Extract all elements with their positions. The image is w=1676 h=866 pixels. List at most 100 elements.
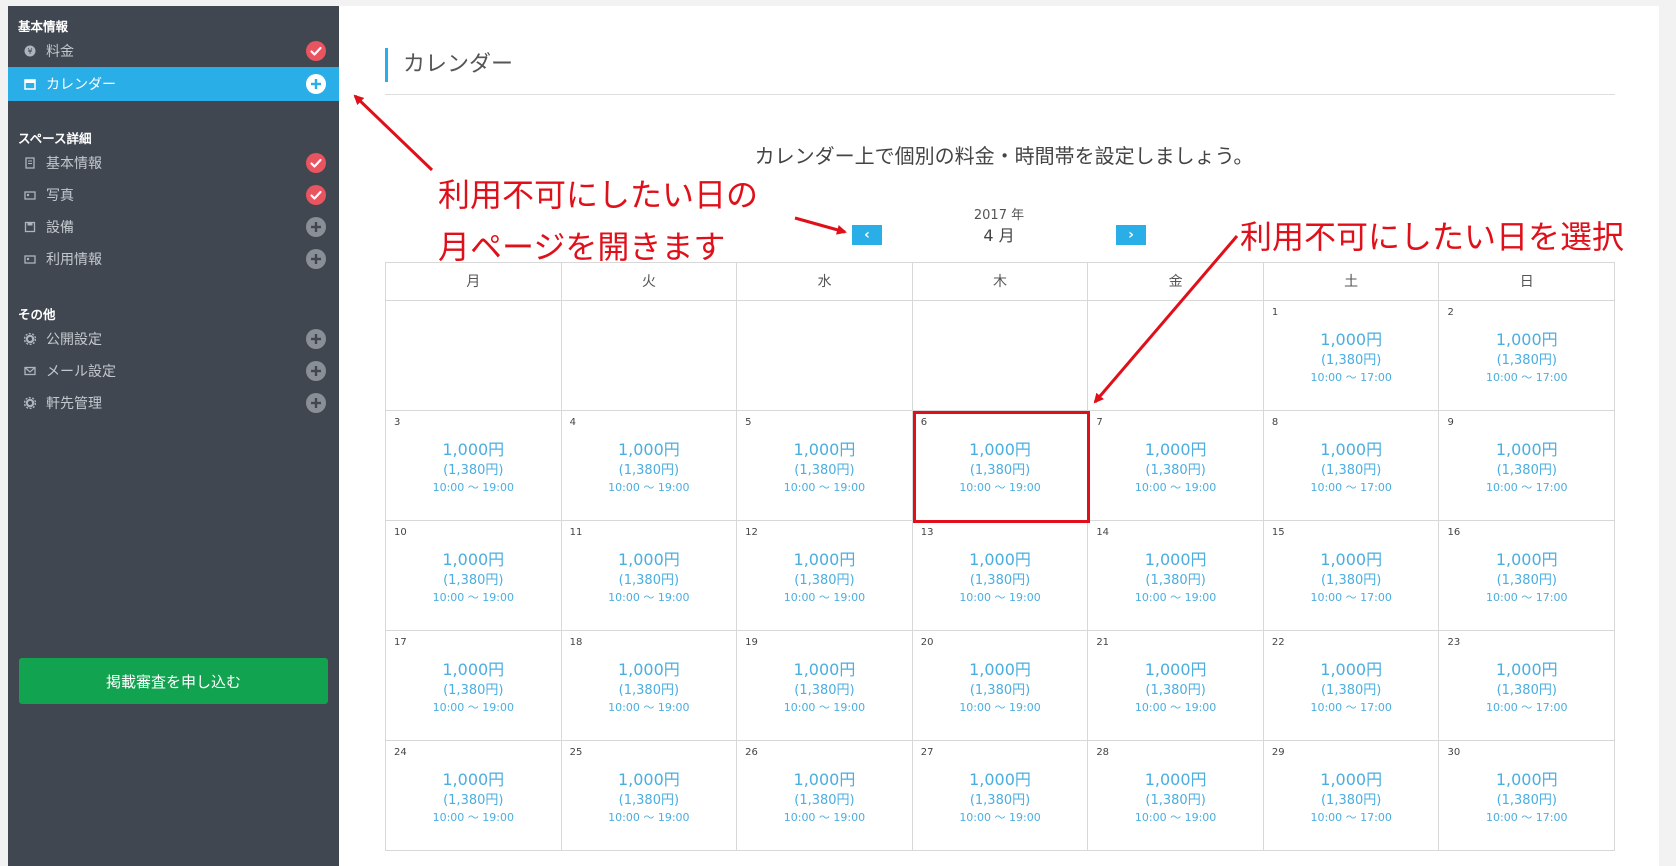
calendar-day-cell[interactable]: 12 1,000円 (1,380円) 10:00 ～ 19:00 — [737, 521, 913, 631]
calendar-day-number: 13 — [920, 527, 934, 538]
calendar-day-cell[interactable]: 4 1,000円 (1,380円) 10:00 ～ 19:00 — [561, 411, 738, 521]
calendar-day-cell[interactable]: 17 1,000円 (1,380円) 10:00 ～ 19:00 — [386, 631, 562, 741]
calendar-day-cell[interactable]: 23 1,000円 (1,380円) 10:00 ～ 17:00 — [1439, 631, 1616, 741]
calendar-day-cell[interactable]: 21 1,000円 (1,380円) 10:00 ～ 19:00 — [1088, 631, 1264, 741]
yen-coin-icon: ¥ — [24, 45, 36, 57]
calendar-day-number: 20 — [920, 637, 934, 648]
day-price: 1,000円 — [969, 770, 1031, 789]
sidebar-item-label: 設備 — [46, 220, 74, 236]
calendar-day-number: 24 — [394, 747, 407, 758]
calendar-day-cell[interactable]: 16 1,000円 (1,380円) 10:00 ～ 17:00 — [1439, 521, 1616, 631]
sidebar-item-basic-info[interactable]: 基本情報 — [8, 146, 339, 180]
calendar-day-cell[interactable]: 20 1,000円 (1,380円) 10:00 ～ 19:00 — [912, 631, 1089, 741]
submit-review-button[interactable]: 掲載審査を申し込む — [19, 658, 328, 704]
calendar-day-cell[interactable]: 24 1,000円 (1,380円) 10:00 ～ 19:00 — [386, 741, 562, 851]
calendar-day-number: 27 — [920, 747, 934, 758]
calendar-day-cell[interactable]: 13 1,000円 (1,380円) 10:00 ～ 19:00 — [912, 521, 1089, 631]
day-price: 1,000円 — [442, 440, 505, 459]
calendar-day-cell[interactable]: 28 1,000円 (1,380円) 10:00 ～ 19:00 — [1088, 741, 1264, 851]
day-price: 1,000円 — [1144, 770, 1207, 789]
day-hours: 10:00 ～ 19:00 — [608, 701, 690, 714]
day-price: 1,000円 — [617, 770, 680, 789]
section-title-space: スペース詳細 — [18, 131, 92, 146]
day-price-with-tax: (1,380円) — [1320, 573, 1382, 588]
calendar-day-cell[interactable]: 7 1,000円 (1,380円) 10:00 ～ 19:00 — [1088, 411, 1264, 521]
day-price: 1,000円 — [793, 550, 856, 569]
day-price: 1,000円 — [969, 550, 1031, 569]
day-price-with-tax: (1,380円) — [1320, 793, 1382, 808]
sidebar-item-calendar[interactable]: カレンダー — [8, 67, 339, 101]
day-price: 1,000円 — [1495, 770, 1558, 789]
day-price-with-tax: (1,380円) — [1496, 463, 1557, 478]
sidebar-item-label: 利用情報 — [46, 252, 102, 268]
calendar-day-cell[interactable]: 5 1,000円 (1,380円) 10:00 ～ 19:00 — [737, 411, 913, 521]
chevron-right-icon: › — [1128, 227, 1134, 243]
calendar-day-cell[interactable]: 8 1,000円 (1,380円) 10:00 ～ 17:00 — [1263, 411, 1440, 521]
day-price: 1,000円 — [793, 660, 856, 679]
calendar-day-cell[interactable]: 19 1,000円 (1,380円) 10:00 ～ 19:00 — [737, 631, 913, 741]
calendar-day-cell[interactable]: 14 1,000円 (1,380円) 10:00 ～ 19:00 — [1088, 521, 1264, 631]
calendar-day-cell[interactable]: 25 1,000円 (1,380円) 10:00 ～ 19:00 — [561, 741, 738, 851]
calendar-day-cell[interactable]: 15 1,000円 (1,380円) 10:00 ～ 17:00 — [1263, 521, 1440, 631]
sidebar-item-label: メール設定 — [46, 364, 116, 380]
day-price-with-tax: (1,380円) — [618, 683, 680, 698]
calendar-day-number: 22 — [1271, 637, 1285, 648]
calendar-day-cell[interactable]: 6 1,000円 (1,380円) 10:00 ～ 19:00 — [912, 411, 1089, 521]
calendar-day-cell[interactable]: 30 1,000円 (1,380円) 10:00 ～ 17:00 — [1439, 741, 1616, 851]
day-price-with-tax: (1,380円) — [443, 793, 504, 808]
calendar-day-cell[interactable]: 10 1,000円 (1,380円) 10:00 ～ 19:00 — [386, 521, 562, 631]
annotation-left-line1: 利用不可にしたい日の — [438, 176, 759, 214]
sidebar-item-label: 公開設定 — [46, 332, 102, 348]
calendar-day-cell[interactable]: 2 1,000円 (1,380円) 10:00 ～ 17:00 — [1439, 301, 1616, 411]
calendar-day-cell[interactable]: 18 1,000円 (1,380円) 10:00 ～ 19:00 — [561, 631, 738, 741]
day-hours: 10:00 ～ 17:00 — [1310, 591, 1392, 604]
mail-icon — [24, 365, 36, 377]
sidebar-item-mail-settings[interactable]: メール設定 — [8, 354, 339, 388]
gear-icon — [24, 333, 36, 345]
sidebar-item-usage-info[interactable]: 利用情報 — [8, 242, 339, 276]
calendar-day-cell[interactable]: 1 1,000円 (1,380円) 10:00 ～ 17:00 — [1263, 301, 1440, 411]
day-hours: 10:00 ～ 19:00 — [1134, 701, 1217, 714]
calendar-day-number: 4 — [569, 417, 576, 428]
day-price: 1,000円 — [793, 770, 856, 789]
sidebar-item-equipment[interactable]: 設備 — [8, 210, 339, 244]
sidebar-item-nokisaki-management[interactable]: 軒先管理 — [8, 386, 339, 420]
sidebar-item-label: カレンダー — [46, 77, 116, 93]
calendar-day-cell[interactable]: 22 1,000円 (1,380円) 10:00 ～ 17:00 — [1263, 631, 1440, 741]
day-price: 1,000円 — [442, 660, 505, 679]
day-price: 1,000円 — [617, 550, 680, 569]
day-hours: 10:00 ～ 19:00 — [432, 591, 514, 604]
day-price: 1,000円 — [969, 660, 1031, 679]
day-hours: 10:00 ～ 19:00 — [959, 701, 1041, 714]
calendar-day-number: 18 — [569, 637, 583, 648]
calendar-day-cell[interactable]: 3 1,000円 (1,380円) 10:00 ～ 19:00 — [386, 411, 562, 521]
calendar-day-cell[interactable]: 27 1,000円 (1,380円) 10:00 ～ 19:00 — [912, 741, 1089, 851]
day-price-with-tax: (1,380円) — [443, 463, 504, 478]
sidebar-item-price[interactable]: ¥ 料金 — [8, 34, 339, 68]
calendar-icon — [24, 78, 36, 90]
calendar-day-cell[interactable]: 9 1,000円 (1,380円) 10:00 ～ 17:00 — [1439, 411, 1616, 521]
day-hours: 10:00 ～ 19:00 — [1134, 481, 1217, 494]
day-hours: 10:00 ～ 19:00 — [1134, 591, 1217, 604]
day-price: 1,000円 — [1495, 550, 1558, 569]
day-price-with-tax: (1,380円) — [1496, 793, 1557, 808]
annotation-left-line2: 月ページを開きます — [438, 228, 726, 266]
day-price-with-tax: (1,380円) — [1145, 573, 1206, 588]
sidebar-item-publish-settings[interactable]: 公開設定 — [8, 322, 339, 356]
prev-month-button[interactable]: ‹ — [852, 225, 882, 245]
day-hours: 10:00 ～ 17:00 — [1486, 591, 1568, 604]
sidebar-item-photos[interactable]: 写真 — [8, 178, 339, 212]
day-hours: 10:00 ～ 19:00 — [959, 481, 1041, 494]
day-price-with-tax: (1,380円) — [969, 573, 1031, 588]
calendar-day-cell[interactable]: 26 1,000円 (1,380円) 10:00 ～ 19:00 — [737, 741, 913, 851]
day-price-with-tax: (1,380円) — [1496, 573, 1557, 588]
next-month-button[interactable]: › — [1116, 225, 1146, 245]
day-hours: 10:00 ～ 17:00 — [1310, 371, 1392, 384]
calendar-day-number: 5 — [745, 417, 752, 428]
section-title-basic: 基本情報 — [18, 19, 69, 34]
calendar-day-number: 6 — [920, 417, 928, 428]
day-price: 1,000円 — [1320, 550, 1383, 569]
calendar-day-cell[interactable]: 11 1,000円 (1,380円) 10:00 ～ 19:00 — [561, 521, 738, 631]
calendar-day-cell[interactable]: 29 1,000円 (1,380円) 10:00 ～ 17:00 — [1263, 741, 1440, 851]
calendar-week-row: 1 1,000円 (1,380円) 10:00 ～ 17:00 2 1,000円 (1,38… — [386, 301, 1616, 411]
